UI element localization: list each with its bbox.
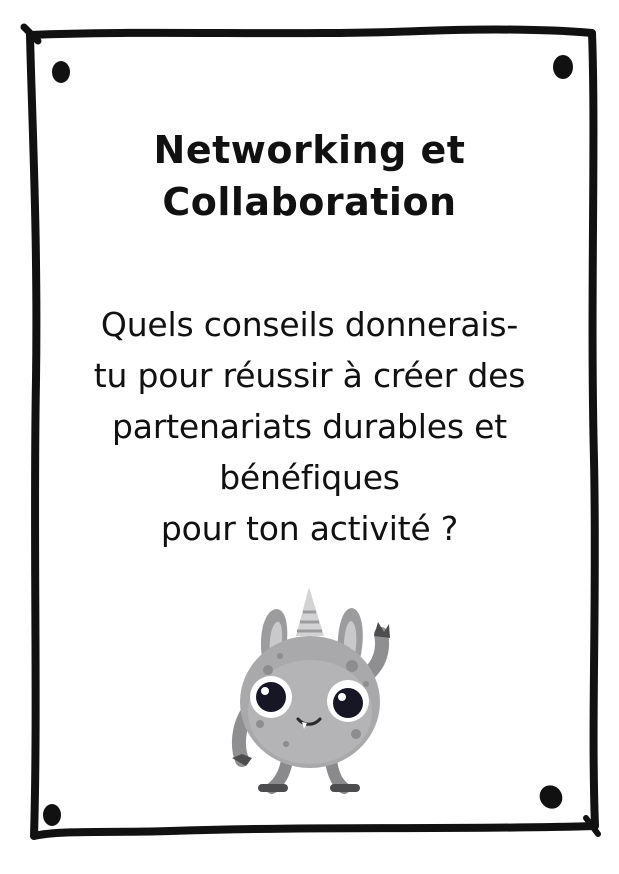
question-line-4: bénéfiques bbox=[219, 458, 400, 497]
corner-dot-bottom-left bbox=[43, 804, 61, 826]
card-question: Quels conseils donnerais- tu pour réussi… bbox=[45, 299, 574, 554]
card-title: Networking et Collaboration bbox=[45, 124, 574, 228]
corner-dot-top-left bbox=[52, 61, 70, 83]
question-line-5: pour ton activité ? bbox=[160, 509, 459, 548]
monster-mascot-icon bbox=[231, 587, 390, 794]
corner-dot-top-right bbox=[553, 55, 573, 79]
question-line-3: partenariats durables et bbox=[112, 407, 507, 446]
card-title-line-2: Collaboration bbox=[162, 180, 457, 224]
card-title-line-1: Networking et bbox=[153, 128, 466, 172]
question-line-1: Quels conseils donnerais- bbox=[100, 305, 519, 344]
corner-dot-bottom-right bbox=[539, 785, 563, 809]
question-line-2: tu pour réussir à créer des bbox=[93, 356, 526, 395]
